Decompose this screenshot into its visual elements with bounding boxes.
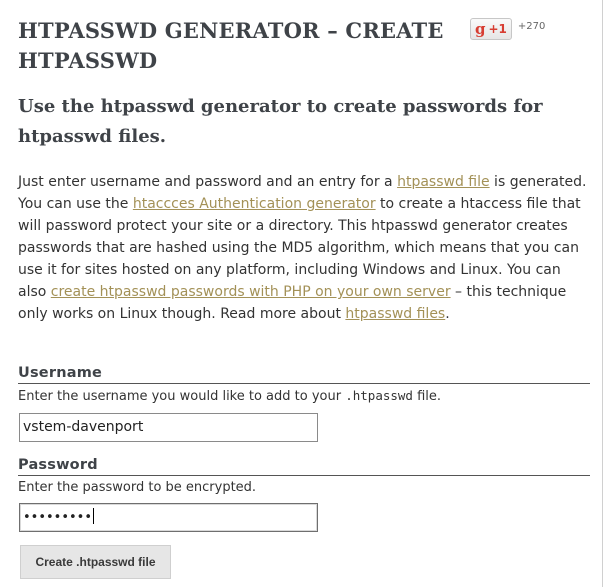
htpasswd-files-link[interactable]: htpasswd files [345,306,445,322]
page: HTPASSWD GENERATOR – CREATE HTPASSWD g +… [0,0,603,587]
username-input[interactable]: vstem-davenport [19,413,318,442]
username-help-text: Enter the username you would like to add… [18,389,346,404]
plus-one-label: +1 [488,22,507,36]
page-subtitle: Use the htpasswd generator to create pas… [18,96,543,147]
username-help: Enter the username you would like to add… [18,387,590,406]
text-caret [93,508,95,524]
htaccess-authentication-generator-link[interactable]: htaccces Authentication generator [133,196,376,212]
create-htpasswd-button[interactable]: Create .htpasswd file [20,545,171,579]
password-help: Enter the password to be encrypted. [18,480,257,495]
password-label: Password [18,456,590,476]
php-htpasswd-link[interactable]: create htpasswd passwords with PHP on yo… [51,284,451,300]
intro-paragraph: Just enter username and password and an … [18,171,588,325]
password-masked-value: ••••••••• [23,510,93,525]
username-label: Username [18,364,590,384]
google-plus-one-button[interactable]: g +1 [470,18,512,40]
username-value: vstem-davenport [23,419,144,435]
google-plus-icon: g [475,20,486,38]
password-input[interactable]: ••••••••• [19,503,318,532]
intro-text: Just enter username and password and an … [18,174,398,190]
username-help-text: file. [412,389,442,404]
google-plus-widget: g +1 +270 [470,18,545,40]
htpasswd-file-link[interactable]: htpasswd file [397,174,490,190]
page-title: HTPASSWD GENERATOR – CREATE HTPASSWD [18,18,444,73]
plus-one-count: +270 [517,21,546,32]
title-row: HTPASSWD GENERATOR – CREATE HTPASSWD g +… [18,16,578,76]
intro-text: . [445,306,450,322]
htpasswd-filename: .htpasswd [345,388,413,403]
